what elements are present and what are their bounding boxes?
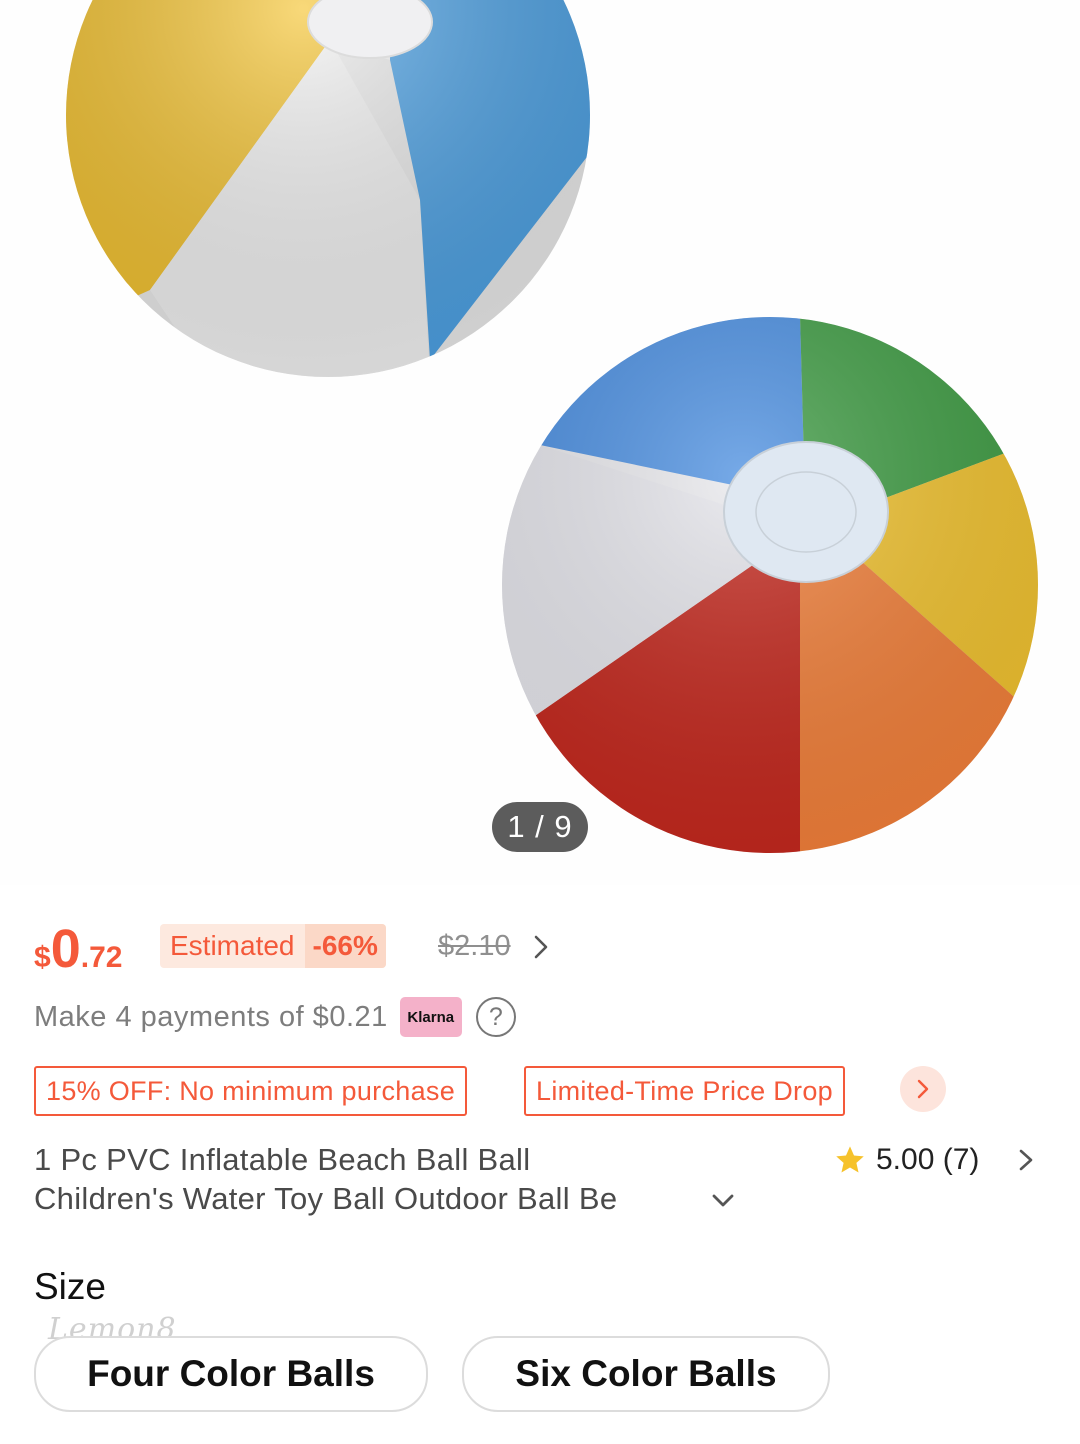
size-label: Size bbox=[34, 1266, 106, 1307]
star-icon bbox=[836, 1146, 864, 1173]
product-title-line-1: 1 Pc PVC Inflatable Beach Ball Ball bbox=[34, 1142, 531, 1177]
title-fade bbox=[620, 1182, 720, 1222]
price-decimal: .72 bbox=[80, 941, 123, 974]
size-option-six-color[interactable]: Six Color Balls bbox=[462, 1336, 830, 1412]
estimated-label: Estimated bbox=[170, 930, 295, 961]
promo-tag-no-minimum[interactable]: 15% OFF: No minimum purchase bbox=[34, 1066, 468, 1116]
chevron-right-icon[interactable] bbox=[530, 932, 552, 962]
installment-text: Make 4 payments of $0.21 bbox=[34, 1000, 388, 1033]
question-circle-icon[interactable]: ? bbox=[475, 997, 516, 1037]
rating-value: 5.00 (7) bbox=[876, 1143, 980, 1176]
beach-balls-image bbox=[66, 0, 1038, 853]
rating[interactable]: 5.00 (7) bbox=[834, 1140, 979, 1180]
image-counter: 1 / 9 bbox=[492, 802, 588, 852]
price-currency: $ bbox=[34, 941, 51, 974]
klarna-logo: Klarna bbox=[399, 997, 462, 1037]
sale-price: $0.72 bbox=[34, 918, 122, 980]
discount-percent: -66% bbox=[304, 924, 386, 968]
size-option-four-color[interactable]: Four Color Balls bbox=[34, 1336, 428, 1412]
original-price[interactable]: $2.10 bbox=[438, 930, 511, 963]
chevron-right-icon bbox=[917, 1079, 929, 1099]
estimated-discount-badge: Estimated -66% bbox=[160, 924, 386, 968]
chevron-down-icon[interactable] bbox=[710, 1190, 736, 1212]
product-image-gallery[interactable]: 1 / 9 bbox=[0, 0, 1080, 885]
installment-row: Make 4 payments of $0.21 Klarna ? bbox=[34, 994, 516, 1040]
chevron-right-icon[interactable] bbox=[1016, 1146, 1036, 1174]
price-row: $0.72 Estimated -66% $2.10 bbox=[34, 918, 1054, 980]
price-integer: 0 bbox=[50, 919, 81, 979]
promo-more-button[interactable] bbox=[900, 1066, 946, 1112]
promo-tag-price-drop[interactable]: Limited-Time Price Drop bbox=[524, 1066, 845, 1116]
